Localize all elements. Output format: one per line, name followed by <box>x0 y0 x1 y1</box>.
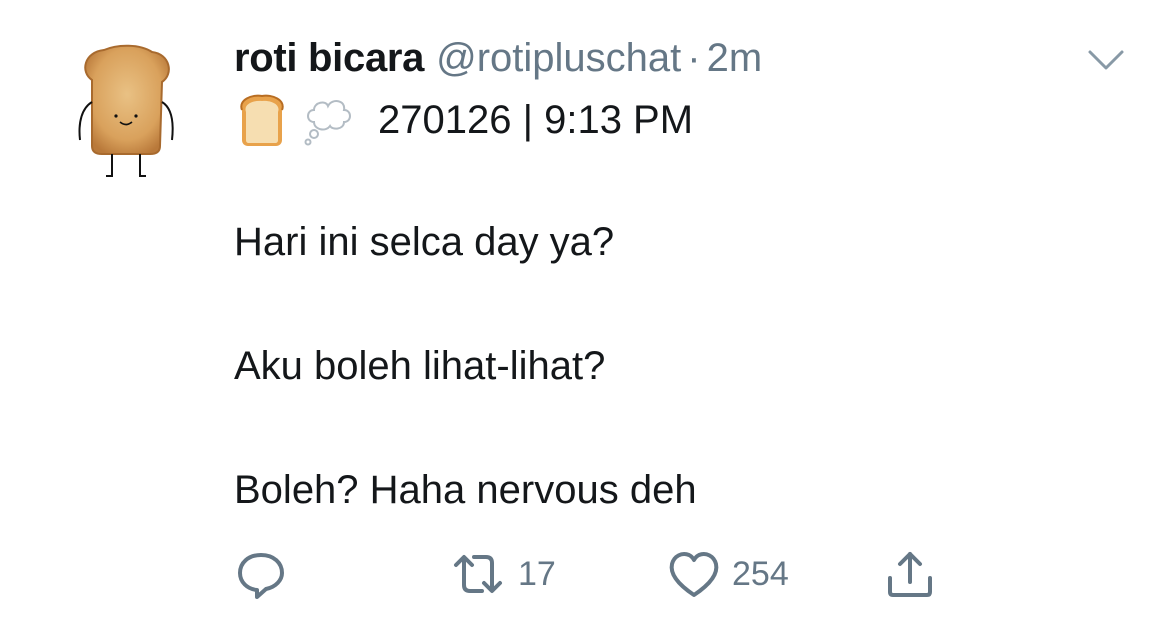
chevron-down-icon[interactable] <box>1086 48 1126 72</box>
thought-balloon-emoji <box>304 100 351 146</box>
timestamp[interactable]: 2m <box>707 36 763 81</box>
subline-text: 270126 | 9:13 PM <box>378 97 694 142</box>
share-icon <box>888 552 932 597</box>
retweet-button[interactable]: 17 <box>448 544 556 604</box>
separator-dot: · <box>687 36 701 80</box>
tweet-text-line-3: Boleh? Haha nervous deh <box>234 468 697 512</box>
tweet: roti bicara @rotipluschat · 2m 270126 | … <box>0 0 1170 623</box>
share-button[interactable] <box>882 544 938 604</box>
tweet-actions: 17 254 <box>234 544 954 604</box>
tweet-header: roti bicara @rotipluschat · 2m <box>234 36 762 86</box>
display-name[interactable]: roti bicara <box>234 36 424 81</box>
user-handle[interactable]: @rotipluschat <box>436 36 681 81</box>
bread-emoji <box>240 94 284 146</box>
tweet-text-line-1: Hari ini selca day ya? <box>234 220 615 264</box>
tweet-subline: 270126 | 9:13 PM <box>234 92 693 148</box>
reply-button[interactable] <box>234 544 288 604</box>
like-count: 254 <box>732 554 789 593</box>
toast-avatar[interactable] <box>70 42 180 182</box>
heart-icon <box>669 552 719 597</box>
retweet-icon <box>454 555 502 593</box>
tweet-text-line-2: Aku boleh lihat-lihat? <box>234 344 606 388</box>
like-button[interactable]: 254 <box>666 544 789 604</box>
reply-icon <box>238 553 284 599</box>
retweet-count: 17 <box>518 554 556 593</box>
